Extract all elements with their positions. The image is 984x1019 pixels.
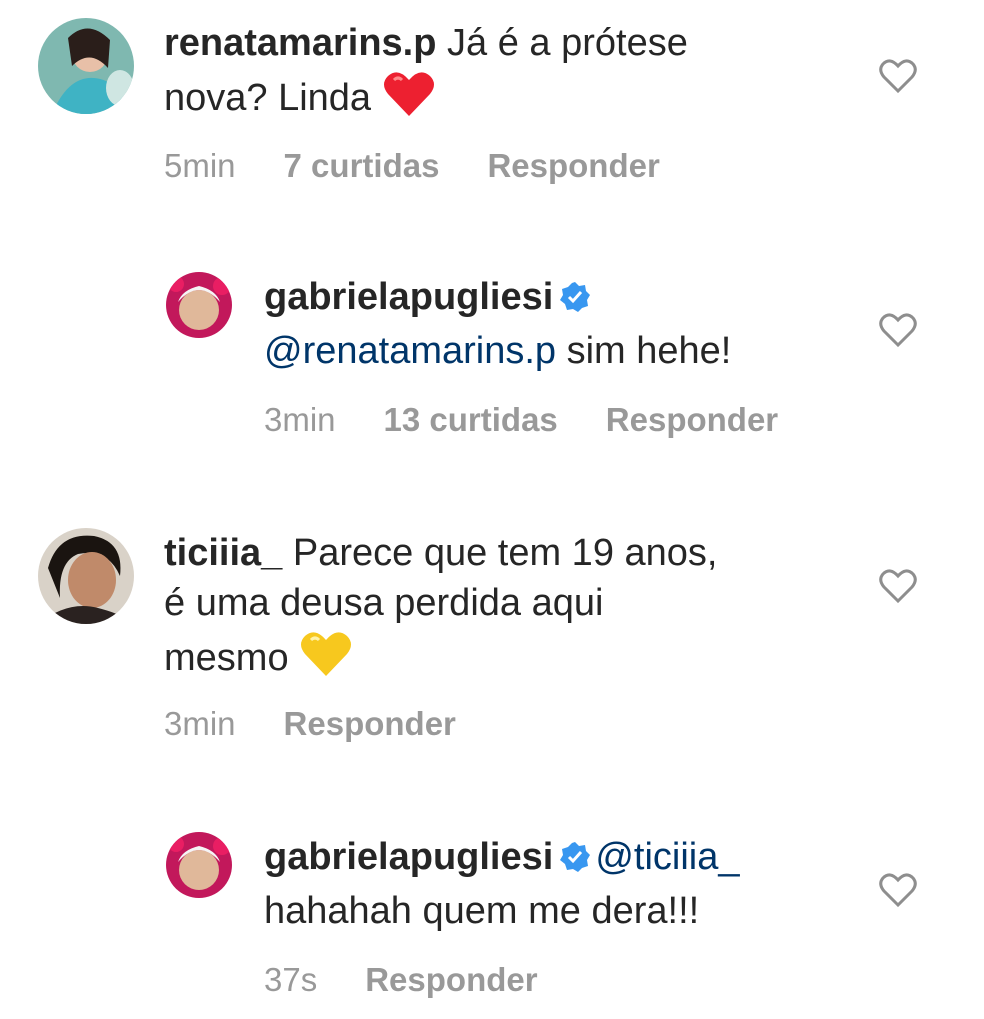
- comment-meta: 37s Responder: [264, 960, 586, 1000]
- verified-badge-icon: [559, 276, 591, 326]
- avatar[interactable]: [38, 528, 134, 624]
- username[interactable]: ticiiia_: [164, 532, 282, 574]
- timestamp: 5min: [164, 147, 236, 184]
- avatar[interactable]: [166, 832, 232, 898]
- comment-text: gabrielapugliesi @ticiiia_ hahahah quem m…: [264, 832, 864, 936]
- avatar[interactable]: [38, 18, 134, 114]
- like-heart-icon[interactable]: [878, 58, 918, 94]
- likes-count[interactable]: 7 curtidas: [284, 147, 440, 184]
- reply-button[interactable]: Responder: [365, 961, 537, 998]
- timestamp: 3min: [264, 401, 336, 438]
- red-heart-emoji-icon: [382, 68, 436, 131]
- mention-link[interactable]: @renatamarins.p: [264, 330, 556, 372]
- comment-body: Parece que tem 19 anos,: [292, 532, 718, 574]
- comment-text: ticiiia_ Parece que tem 19 anos, é uma d…: [164, 528, 864, 691]
- like-heart-icon[interactable]: [878, 872, 918, 908]
- likes-count[interactable]: 13 curtidas: [384, 401, 558, 438]
- like-heart-icon[interactable]: [878, 312, 918, 348]
- reply-button[interactable]: Responder: [487, 147, 659, 184]
- comment-body-line2: nova? Linda: [164, 77, 372, 119]
- like-heart-icon[interactable]: [878, 568, 918, 604]
- timestamp: 3min: [164, 705, 236, 742]
- avatar[interactable]: [166, 272, 232, 338]
- comment-body-line3: mesmo: [164, 637, 289, 679]
- comment-body: sim hehe!: [566, 330, 732, 372]
- comment-body: Já é a prótese: [447, 22, 688, 64]
- comment-meta: 3min 13 curtidas Responder: [264, 400, 826, 440]
- timestamp: 37s: [264, 961, 318, 998]
- comment-body-line2: é uma deusa perdida aqui: [164, 582, 604, 624]
- comment-meta: 3min Responder: [164, 704, 504, 744]
- username[interactable]: renatamarins.p: [164, 22, 436, 64]
- mention-link[interactable]: @ticiiia_: [595, 836, 739, 878]
- comment-body: hahahah quem me dera!!!: [264, 890, 700, 932]
- username[interactable]: gabrielapugliesi: [264, 836, 553, 878]
- comment-text: renatamarins.p Já é a prótese nova? Lind…: [164, 18, 864, 131]
- verified-badge-icon: [559, 836, 591, 886]
- username[interactable]: gabrielapugliesi: [264, 276, 553, 318]
- reply-button[interactable]: Responder: [606, 401, 778, 438]
- reply-button[interactable]: Responder: [284, 705, 456, 742]
- comment-meta: 5min 7 curtidas Responder: [164, 146, 708, 186]
- yellow-heart-emoji-icon: [299, 628, 353, 691]
- comment-text: gabrielapugliesi @renatamarins.p sim heh…: [264, 272, 864, 376]
